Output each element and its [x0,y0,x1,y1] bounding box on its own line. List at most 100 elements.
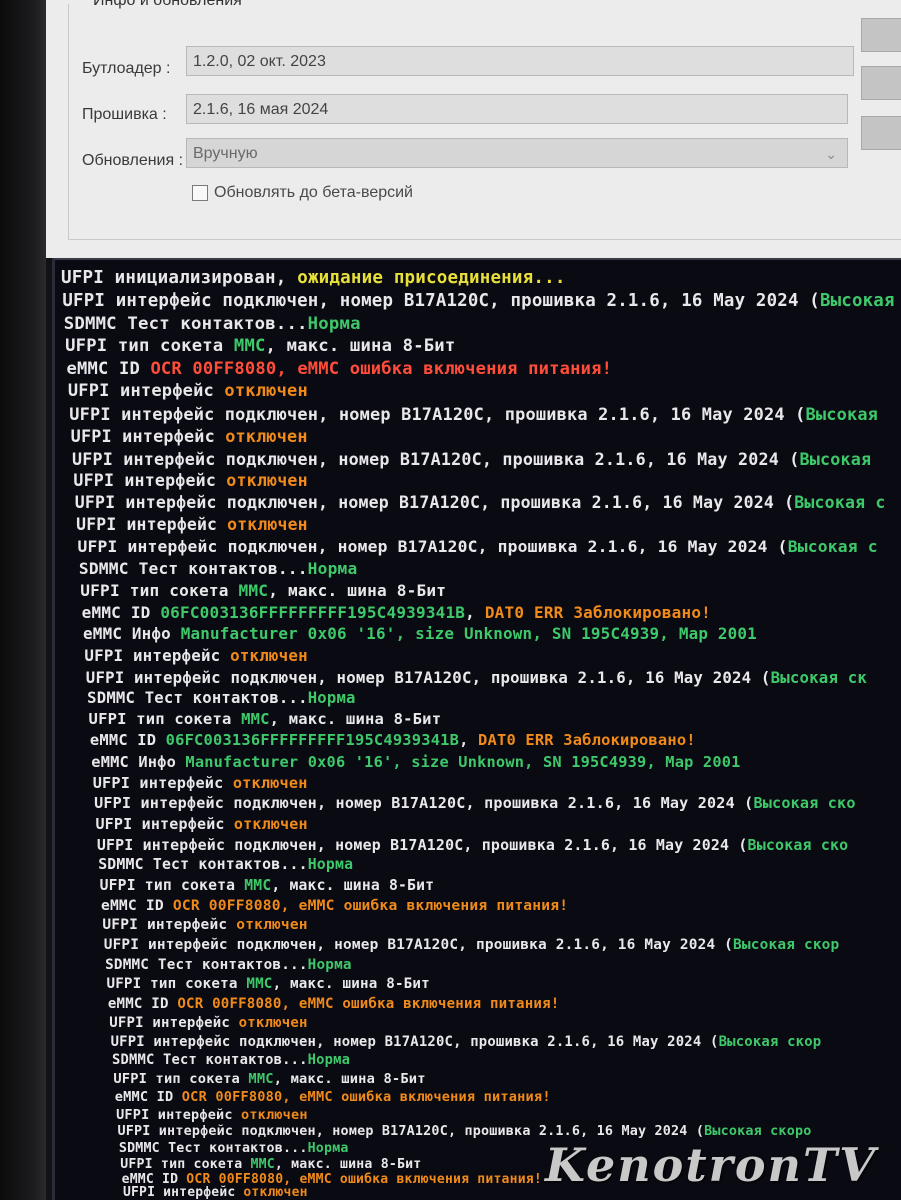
log-segment: UFPI тип сокета [120,1156,251,1172]
log-segment: UFPI интерфейс [76,515,228,535]
log-segment: отключен [232,773,308,792]
log-line: UFPI интерфейс отключен [116,1107,308,1123]
side-button-3[interactable] [861,116,901,150]
log-segment: , [459,731,479,750]
watermark: KenotronTV [545,1138,877,1192]
log-segment: UFPI интерфейс [116,1106,242,1123]
updates-select[interactable]: Вручную ⌄ [186,138,848,168]
group-title: Инфо и обновления [89,0,246,10]
log-segment: 06FC003136FFFFFFFFF195C4939341B [165,731,460,750]
log-segment: UFPI тип сокета [65,336,234,357]
side-button-2[interactable] [861,66,901,100]
log-segment: UFPI интерфейс подключен, номер B17A120C… [62,290,820,311]
log-line: UFPI тип сокета MMC, макс. шина 8-Бит [100,877,435,894]
log-segment: UFPI интерфейс подключен, номер B17A120C… [103,937,734,953]
log-segment: отключен [243,1185,308,1200]
chevron-down-icon: ⌄ [825,146,837,162]
log-line: UFPI интерфейс подключен, номер B17A120C… [69,404,878,424]
log-segment: eMMC ID [100,897,173,914]
log-segment: , [465,602,485,622]
log-segment: Норма [307,1140,349,1156]
log-segment: , макс. шина 8-Бит [268,580,447,600]
beta-checkbox[interactable] [192,185,208,201]
log-segment: Manufacturer 0x06 '16', size Unknown, SN… [180,624,757,644]
log-segment: Высокая с [787,537,878,557]
log-segment: отключен [227,515,308,535]
log-segment: отключен [238,1014,308,1031]
log-segment: MMC [248,1070,274,1087]
log-segment: MMC [250,1156,275,1172]
log-line: UFPI интерфейс подключен, номер B17A120C… [97,836,849,854]
log-segment: Норма [307,559,358,579]
log-segment: Высокая с [794,492,886,512]
log-line: eMMC ID 06FC003136FFFFFFFFF195C4939341B,… [90,731,696,749]
log-segment: Высокая скор [733,937,840,953]
log-segment: OCR 00FF8080, eMMC ошибка включения пита… [181,1088,551,1105]
log-line: UFPI тип сокета MMC, макс. шина 8-Бит [120,1157,421,1172]
log-segment: SDMMC Тест контактов... [111,1052,308,1069]
log-segment: UFPI инициализирован, [61,268,298,288]
log-segment: отключен [225,426,308,447]
log-segment: Manufacturer 0x06 '16', size Unknown, SN… [185,752,741,771]
log-segment: Норма [307,688,356,707]
log-segment: UFPI интерфейс подключен, номер B17A120C… [96,835,748,854]
log-line: eMMC ID 06FC003136FFFFFFFFF195C4939341B,… [82,603,711,622]
log-line: UFPI тип сокета MMC, макс. шина 8-Бит [65,336,455,356]
log-segment: Высокая скор [718,1033,822,1050]
firmware-label: Прошивка : [82,106,167,123]
log-segment: , макс. шина 8-Бит [265,336,456,357]
log-segment: Высокая ск [770,667,868,687]
log-segment: UFPI интерфейс подключен, номер B17A120C… [74,492,795,512]
log-segment: OCR 00FF8080, eMMC ошибка включения пита… [177,995,560,1012]
log-segment: SDMMC Тест контактов... [118,1140,308,1156]
log-segment: eMMC Инфо [83,624,181,644]
log-segment: eMMC ID [107,995,178,1012]
log-segment: Высокая [819,290,895,311]
log-line: UFPI интерфейс отключен [123,1185,308,1200]
log-line: UFPI интерфейс подключен, номер B17A120C… [78,537,878,556]
log-line: eMMC ID OCR 00FF8080, eMMC ошибка включе… [115,1089,551,1105]
log-line: SDMMC Тест контактов...Норма [119,1141,349,1156]
log-segment: UFPI интерфейс [73,470,227,490]
log-line: UFPI интерфейс подключен, номер B17A120C… [72,449,871,469]
log-line: eMMC ID OCR 00FF8080, eMMC ошибка включе… [108,996,560,1012]
log-segment: eMMC ID [89,731,166,750]
beta-checkbox-label: Обновлять до бета-версий [214,184,413,201]
log-line: UFPI интерфейс подключен, номер B17A120C… [104,937,840,953]
log-segment: UFPI интерфейс [109,1014,239,1031]
beta-checkbox-row[interactable]: Обновлять до бета-версий [192,182,413,204]
log-segment: отключен [241,1106,308,1123]
log-segment: , макс. шина 8-Бит [274,1156,422,1172]
log-line: eMMC ID OCR 00FF8080, eMMC ошибка включе… [101,897,568,914]
log-segment: Норма [307,856,354,874]
side-button-1[interactable] [861,18,901,52]
log-line: UFPI интерфейс отключен [109,1015,307,1031]
log-segment: Норма [307,1052,351,1069]
log-line: UFPI инициализирован, ожидание присоедин… [61,268,566,288]
log-segment: UFPI интерфейс подключен, номер B17A120C… [77,537,788,557]
log-segment: UFPI интерфейс подключен, номер B17A120C… [85,667,771,687]
log-segment: Высокая [799,448,872,469]
updates-label: Обновления : [82,152,184,169]
log-segment: Высокая скоро [704,1124,812,1140]
log-segment: UFPI интерфейс подключен, номер B17A120C… [110,1033,719,1050]
updates-select-value: Вручную [193,145,258,162]
log-segment: MMC [238,580,269,600]
firmware-field: 2.1.6, 16 мая 2024 [186,94,848,124]
log-segment: ожидание присоединения... [297,268,566,288]
log-segment: , макс. шина 8-Бит [271,876,435,894]
log-line: UFPI интерфейс отключен [84,646,307,665]
log-segment: отключен [230,646,308,665]
log-segment: Высокая ско [753,794,856,813]
log-segment: UFPI интерфейс подключен, номер B17A120C… [117,1124,705,1140]
log-segment: отключен [233,815,308,834]
log-segment: DAT0 ERR Заблокировано! [478,731,696,750]
log-segment: Норма [307,313,361,334]
log-segment: eMMC ID [114,1088,182,1105]
log-console[interactable]: UFPI инициализирован, ожидание присоедин… [52,258,901,1200]
log-segment: UFPI интерфейс [70,426,226,447]
log-line: UFPI тип сокета MMC, макс. шина 8-Бит [106,976,429,992]
log-segment: Высокая ско [747,835,849,854]
log-segment: Высокая [805,403,879,424]
log-line: UFPI интерфейс подключен, номер B17A120C… [111,1034,822,1050]
